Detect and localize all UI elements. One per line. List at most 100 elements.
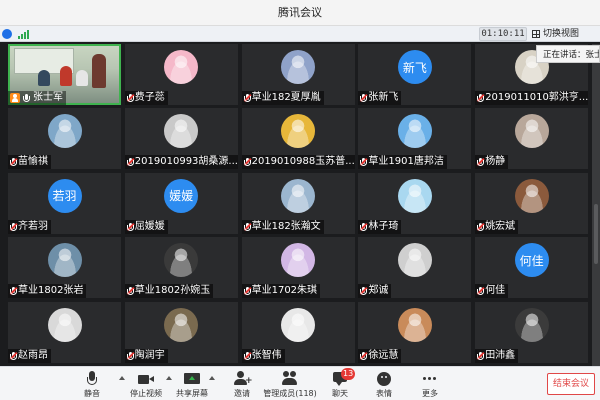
participant-name: 陶润宇 bbox=[134, 349, 165, 361]
participant-tile[interactable]: 郑诚 bbox=[358, 237, 472, 299]
avatar bbox=[514, 178, 549, 213]
participant-name: 草业1802孙婉玉 bbox=[134, 285, 211, 297]
participant-tile[interactable]: 林子琦 bbox=[358, 172, 472, 234]
reactions-button[interactable]: 表情 bbox=[362, 369, 406, 399]
microphone-muted-icon bbox=[9, 157, 18, 167]
participant-name: 田沛鑫 bbox=[485, 349, 516, 361]
participant-name: 苗愉祺 bbox=[18, 156, 48, 168]
microphone-muted-icon bbox=[476, 93, 485, 103]
microphone-muted-icon bbox=[243, 93, 251, 103]
avatar bbox=[164, 307, 199, 342]
share-screen-button[interactable]: 共享屏幕 bbox=[170, 369, 214, 399]
end-meeting-button[interactable]: 结束会议 bbox=[547, 373, 595, 395]
avatar: 媛媛 bbox=[164, 178, 199, 213]
avatar: 何佳 bbox=[514, 243, 549, 278]
grid-scrollbar[interactable] bbox=[592, 44, 600, 366]
participant-name: 赵雨昂 bbox=[18, 349, 48, 361]
mute-button[interactable]: 静音 bbox=[70, 369, 114, 399]
participant-name: 杨静 bbox=[485, 156, 506, 168]
participant-name-tag: 徐远慧 bbox=[358, 348, 402, 363]
meeting-window: 腾讯会议 01:10:11 切换视图 正在讲话：张士军 张士军 费子蕊 草业182夏… bbox=[0, 0, 600, 400]
participant-name: 张士军 bbox=[33, 92, 63, 103]
participant-name: 2019010988玉苏普... bbox=[251, 156, 355, 168]
microphone-muted-icon bbox=[243, 286, 251, 296]
chat-unread-badge: 13 bbox=[341, 368, 356, 380]
avatar bbox=[397, 178, 432, 213]
microphone-muted-icon bbox=[9, 222, 18, 232]
participant-tile[interactable]: 草业1702朱琪 bbox=[241, 237, 355, 299]
microphone-muted-icon bbox=[360, 157, 368, 167]
participant-name: 2019010993胡桑源... bbox=[134, 156, 238, 168]
participant-name: 徐远慧 bbox=[368, 349, 399, 361]
participant-name-tag: 2019011010郭洪亨... bbox=[475, 91, 589, 105]
avatar bbox=[281, 178, 316, 213]
avatar-initials: 新飞 bbox=[402, 60, 427, 75]
microphone-muted-icon bbox=[476, 222, 485, 232]
share-screen-icon bbox=[184, 371, 200, 387]
participant-name-tag: 田沛鑫 bbox=[475, 348, 519, 363]
participant-tile[interactable]: 赵雨昂 bbox=[8, 301, 121, 363]
participant-name: 张智伟 bbox=[251, 349, 282, 361]
participant-tile[interactable]: 草业1802张岩 bbox=[8, 237, 121, 299]
participant-tile[interactable]: 徐远慧 bbox=[358, 301, 472, 363]
avatar bbox=[47, 243, 82, 278]
participant-tile[interactable]: 草业182张瀚文 bbox=[241, 172, 355, 234]
participant-name-tag: 2019010988玉苏普... bbox=[241, 155, 355, 170]
participant-tile[interactable]: 张士军 bbox=[8, 44, 121, 105]
participant-tile[interactable]: 媛媛 屈媛媛 bbox=[124, 172, 238, 234]
participant-name-tag: 草业1802孙婉玉 bbox=[124, 284, 214, 299]
participant-tile[interactable]: 陶润宇 bbox=[124, 301, 238, 363]
switch-view-button[interactable]: 切换视图 bbox=[532, 27, 592, 41]
participant-name-tag: 费子蕊 bbox=[124, 91, 168, 105]
microphone-muted-icon bbox=[243, 222, 251, 232]
participant-tile[interactable]: 草业1802孙婉玉 bbox=[124, 237, 238, 299]
participant-name-tag: 草业1702朱琪 bbox=[241, 284, 321, 299]
participant-tile[interactable]: 新飞 张新飞 bbox=[358, 44, 472, 105]
participant-tile[interactable]: 苗愉祺 bbox=[8, 108, 121, 170]
participant-name: 草业182张瀚文 bbox=[251, 220, 321, 232]
participant-tile[interactable]: 草业1901唐邦洁 bbox=[358, 108, 472, 170]
participant-tile[interactable]: 杨静 bbox=[475, 108, 589, 170]
participant-name-tag: 林子琦 bbox=[358, 219, 402, 234]
more-button[interactable]: 更多 bbox=[408, 369, 452, 399]
participant-tile[interactable]: 费子蕊 bbox=[124, 44, 238, 105]
participant-tile[interactable]: 若羽 齐若羽 bbox=[8, 172, 121, 234]
participant-tile[interactable]: 姚宏斌 bbox=[475, 172, 589, 234]
avatar: 新飞 bbox=[397, 50, 432, 84]
participant-tile[interactable]: 田沛鑫 bbox=[475, 301, 589, 363]
microphone-muted-icon bbox=[476, 351, 485, 361]
avatar bbox=[397, 114, 432, 149]
microphone-muted-icon bbox=[243, 157, 251, 167]
network-signal-icon[interactable] bbox=[18, 29, 29, 39]
speaking-indicator: 正在讲话：张士军 bbox=[536, 45, 600, 63]
participant-grid: 张士军 费子蕊 草业182夏厚胤 新飞 张新飞 2019011010郭洪亨... 苗愉祺 20… bbox=[8, 44, 592, 366]
participant-tile[interactable]: 2019010993胡桑源... bbox=[124, 108, 238, 170]
stop-video-button[interactable]: 停止视频 bbox=[124, 369, 168, 399]
avatar bbox=[514, 307, 549, 342]
participant-name-tag: 2019010993胡桑源... bbox=[124, 155, 238, 170]
participant-name: 齐若羽 bbox=[18, 220, 48, 232]
chat-button[interactable]: 13 聊天 bbox=[318, 368, 362, 399]
participant-name-tag: 齐若羽 bbox=[8, 219, 51, 234]
avatar-initials: 媛媛 bbox=[169, 189, 194, 204]
avatar bbox=[164, 243, 199, 278]
participant-name-tag: 郑诚 bbox=[358, 284, 392, 299]
microphone-muted-icon bbox=[360, 286, 368, 296]
invite-button[interactable]: + 邀请 bbox=[220, 369, 264, 399]
microphone-muted-icon bbox=[126, 222, 135, 232]
avatar bbox=[397, 243, 432, 278]
manage-members-button[interactable]: 管理成员(118) bbox=[262, 369, 318, 399]
participant-tile[interactable]: 何佳 何佳 bbox=[475, 237, 589, 299]
participant-tile[interactable]: 2019010988玉苏普... bbox=[241, 108, 355, 170]
participant-name-tag: 草业182夏厚胤 bbox=[241, 91, 324, 105]
avatar bbox=[514, 114, 549, 149]
participant-name-tag: 何佳 bbox=[475, 284, 509, 299]
participant-tile[interactable]: 张智伟 bbox=[241, 301, 355, 363]
participant-tile[interactable]: 草业182夏厚胤 bbox=[241, 44, 355, 105]
microphone-muted-icon bbox=[243, 351, 251, 361]
avatar bbox=[281, 307, 316, 342]
microphone-muted-icon bbox=[360, 93, 368, 103]
meeting-info-icon[interactable] bbox=[2, 29, 12, 39]
participant-name: 姚宏斌 bbox=[485, 220, 516, 232]
share-options-caret[interactable] bbox=[209, 376, 215, 380]
